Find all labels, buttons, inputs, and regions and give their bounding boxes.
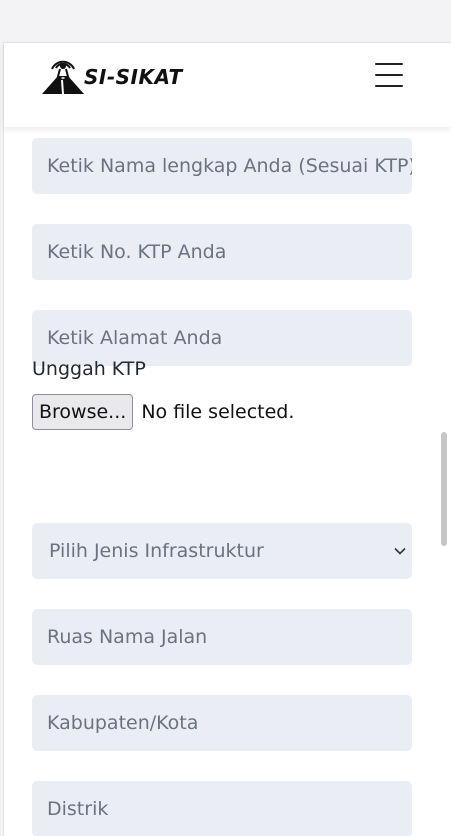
file-upload-control: Browse... No file selected. bbox=[32, 394, 294, 430]
tower-road-logo-icon bbox=[42, 60, 84, 95]
hamburger-menu-icon[interactable] bbox=[375, 61, 405, 89]
browse-button[interactable]: Browse... bbox=[32, 394, 134, 430]
file-status-text: No file selected. bbox=[141, 401, 295, 423]
jenis-infrastruktur-select[interactable]: Pilih Jenis Infrastruktur bbox=[32, 523, 412, 579]
ruas-jalan-placeholder: Ruas Nama Jalan bbox=[47, 626, 208, 648]
distrik-input[interactable]: Distrik bbox=[32, 781, 412, 836]
distrik-placeholder: Distrik bbox=[47, 798, 109, 820]
ruas-jalan-input[interactable]: Ruas Nama Jalan bbox=[32, 609, 412, 665]
nama-lengkap-placeholder: Ketik Nama lengkap Anda (Sesuai KTP) bbox=[47, 155, 412, 177]
scrollbar-thumb[interactable] bbox=[441, 432, 447, 546]
brand-name: SI-SIKAT bbox=[84, 65, 183, 89]
jenis-infrastruktur-value: Pilih Jenis Infrastruktur bbox=[49, 540, 264, 562]
no-ktp-input[interactable]: Ketik No. KTP Anda bbox=[32, 224, 412, 280]
kabupaten-kota-input[interactable]: Kabupaten/Kota bbox=[32, 695, 412, 751]
upload-ktp-label: Unggah KTP bbox=[32, 358, 146, 380]
no-ktp-placeholder: Ketik No. KTP Anda bbox=[47, 241, 227, 263]
chevron-down-icon bbox=[394, 547, 406, 555]
page: SI-SIKAT Ketik Nama lengkap Anda (Sesuai… bbox=[0, 0, 451, 836]
kabupaten-kota-placeholder: Kabupaten/Kota bbox=[47, 712, 199, 734]
brand-logo[interactable]: SI-SIKAT bbox=[40, 56, 183, 96]
nama-lengkap-input[interactable]: Ketik Nama lengkap Anda (Sesuai KTP) bbox=[32, 138, 412, 194]
alamat-placeholder: Ketik Alamat Anda bbox=[47, 327, 223, 349]
navbar: SI-SIKAT bbox=[4, 43, 451, 127]
